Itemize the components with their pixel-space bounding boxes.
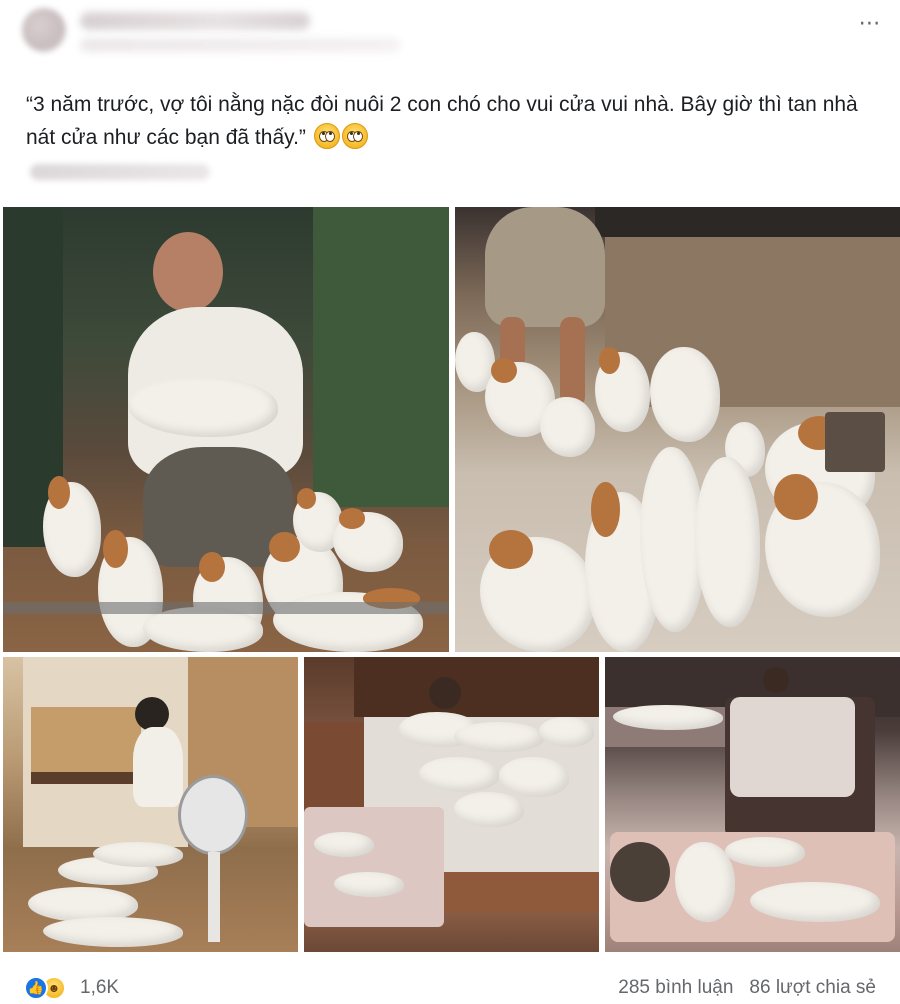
more-horizontal-icon: ⋯ [858,10,882,35]
dog [454,792,524,827]
dog [499,757,569,797]
dog [595,347,650,432]
man-head [763,667,789,693]
photo-man-in-bed-with-dogs[interactable] [304,657,599,952]
dog [43,917,183,947]
garden-background [313,207,449,507]
person-leg [560,317,585,407]
photo-dogs-in-kitchen[interactable] [455,207,900,652]
photo-man-on-couch-with-dogs[interactable] [605,657,900,952]
man-head [153,232,223,312]
person-shorts [485,207,605,327]
dog [540,397,595,457]
photo-man-with-dogs[interactable] [3,207,449,652]
dog [539,717,594,747]
blurred-author-name[interactable] [80,12,310,30]
headboard [354,657,599,717]
kitchen-cabinets [605,237,900,407]
like-icon: 👍 [24,976,48,1000]
fan-stand [208,852,220,942]
rolling-eyes-emoji [341,123,368,149]
man-head [135,697,169,731]
dog-bed [610,842,670,902]
post-caption: “3 năm trước, vợ tôi nằng nặc đòi nuôi 2… [26,88,866,154]
more-options-button[interactable]: ⋯ [852,8,888,38]
engagement-stats: 285 bình luận 86 lượt chia sẻ [618,977,876,999]
dog [695,457,760,627]
photo-man-at-desk-with-dogs[interactable] [3,657,298,952]
dog [765,473,880,617]
electric-fan [178,775,248,855]
floor-mat-pink [304,807,444,927]
desk-shelf [31,707,141,782]
dog [333,508,403,572]
kitchen-counter-top [595,207,900,237]
dog [314,832,374,857]
dog [334,872,404,897]
blurred-avatar[interactable] [22,8,66,52]
blurred-source-label [30,164,210,180]
man-head [429,677,461,709]
reaction-count: 1,6K [80,977,120,998]
comments-count[interactable]: 285 bình luận [618,977,733,998]
floor-mat [3,602,449,614]
caption-text: “3 năm trước, vợ tôi nằng nặc đòi nuôi 2… [26,93,858,149]
blurred-post-meta [80,38,400,52]
shares-count[interactable]: 86 lượt chia sẻ [749,977,876,998]
dog [480,530,595,652]
dog [273,588,423,652]
blanket [730,697,855,797]
post-header: ⋯ [0,0,900,78]
man-shirt [133,727,183,807]
dog [43,476,101,577]
dog [650,347,720,442]
rolling-eyes-emoji [313,123,340,149]
dog-bed [825,412,885,472]
